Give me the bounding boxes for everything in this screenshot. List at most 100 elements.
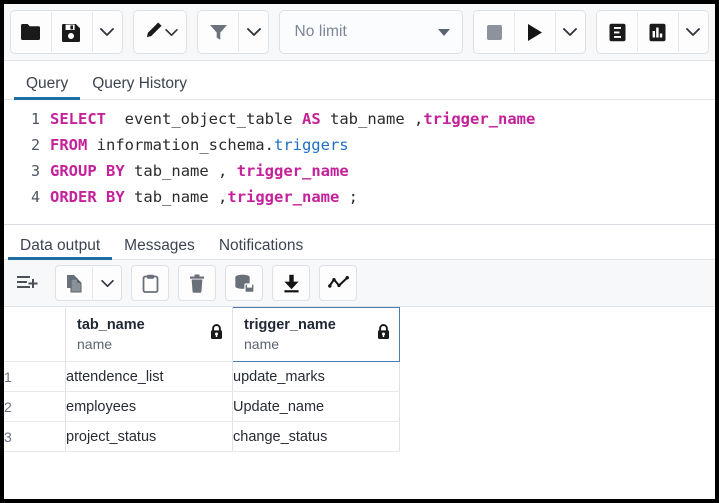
sql-token bbox=[125, 188, 134, 206]
explain-analyze-button[interactable] bbox=[638, 12, 679, 52]
filter-dropdown-button[interactable] bbox=[239, 12, 268, 52]
tab-query-history[interactable]: Query History bbox=[80, 76, 199, 100]
result-grid[interactable]: tab_name name bbox=[4, 307, 715, 499]
explain-group bbox=[596, 10, 709, 54]
copy-button[interactable] bbox=[56, 267, 93, 299]
row-number-cell: 2 bbox=[4, 392, 66, 422]
open-file-button[interactable] bbox=[11, 12, 52, 52]
explain-button[interactable] bbox=[597, 12, 638, 52]
sql-token bbox=[293, 110, 302, 128]
tab-query-label: Query bbox=[26, 75, 68, 92]
sql-token: , bbox=[209, 188, 228, 206]
row-number-cell: 1 bbox=[4, 362, 66, 392]
sql-token: BY bbox=[106, 162, 125, 180]
table-header-row: tab_name name bbox=[4, 308, 400, 362]
sql-line: FROM information_schema.triggers bbox=[50, 132, 715, 158]
column-header-tab-name[interactable]: tab_name name bbox=[66, 308, 233, 362]
sql-token: , bbox=[209, 162, 237, 180]
column-type: name bbox=[77, 336, 145, 352]
execute-button[interactable] bbox=[515, 12, 556, 52]
query-tab-bar: Query Query History bbox=[4, 61, 715, 100]
row-number-cell: 3 bbox=[4, 422, 66, 452]
table-body: 1attendence_listupdate_marks2employeesUp… bbox=[4, 362, 400, 452]
row-limit-value: No limit bbox=[294, 23, 346, 41]
sql-token bbox=[125, 162, 134, 180]
execute-group bbox=[473, 10, 586, 54]
sql-line: SELECT event_object_table AS tab_name ,t… bbox=[50, 106, 715, 132]
line-number: 3 bbox=[4, 158, 40, 184]
sql-token: trigger_name bbox=[423, 110, 535, 128]
save-data-changes-button[interactable] bbox=[225, 265, 263, 301]
table-row[interactable]: 3project_statuschange_status bbox=[4, 422, 400, 452]
stop-button[interactable] bbox=[474, 12, 515, 52]
sql-token bbox=[97, 188, 106, 206]
graph-visualiser-button[interactable] bbox=[319, 265, 357, 301]
tab-query-history-label: Query History bbox=[92, 75, 187, 92]
cell-trigger-name[interactable]: Update_name bbox=[233, 392, 400, 422]
edit-group bbox=[133, 10, 188, 54]
sql-code[interactable]: SELECT event_object_table AS tab_name ,t… bbox=[50, 106, 715, 224]
filter-group bbox=[197, 10, 269, 54]
sql-token bbox=[106, 110, 125, 128]
explain-dropdown-button[interactable] bbox=[679, 12, 708, 52]
column-header-trigger-name[interactable]: trigger_name name bbox=[233, 308, 400, 362]
cell-tab-name[interactable]: employees bbox=[66, 392, 233, 422]
execute-dropdown-button[interactable] bbox=[556, 12, 585, 52]
sql-token: AS bbox=[302, 110, 321, 128]
main-toolbar: No limit bbox=[4, 4, 715, 61]
cell-trigger-name[interactable]: change_status bbox=[233, 422, 400, 452]
grid-toolbar bbox=[4, 260, 715, 307]
sql-token: tab_name bbox=[134, 188, 209, 206]
line-number: 1 bbox=[4, 106, 40, 132]
sql-token bbox=[87, 136, 96, 154]
sql-token: trigger_name bbox=[237, 162, 349, 180]
copy-group bbox=[55, 265, 122, 301]
chevron-down-icon bbox=[438, 29, 450, 36]
download-csv-button[interactable] bbox=[272, 265, 310, 301]
tab-query[interactable]: Query bbox=[14, 76, 80, 100]
edit-button[interactable] bbox=[134, 12, 187, 52]
sql-token: tab_name bbox=[330, 110, 405, 128]
column-type: name bbox=[244, 336, 336, 352]
tab-messages[interactable]: Messages bbox=[112, 238, 207, 260]
cell-tab-name[interactable]: attendence_list bbox=[66, 362, 233, 392]
tab-notifications[interactable]: Notifications bbox=[207, 238, 315, 260]
sql-line: GROUP BY tab_name , trigger_name bbox=[50, 158, 715, 184]
line-number-gutter: 1 2 3 4 bbox=[4, 106, 50, 224]
query-tool-window: No limit bbox=[4, 4, 715, 499]
sql-token: GROUP bbox=[50, 162, 97, 180]
sql-token bbox=[321, 110, 330, 128]
row-limit-select[interactable]: No limit bbox=[279, 10, 463, 54]
sql-token: ; bbox=[339, 188, 358, 206]
column-name: trigger_name bbox=[244, 317, 336, 334]
save-dropdown-button[interactable] bbox=[93, 12, 122, 52]
output-tab-bar: Data output Messages Notifications bbox=[4, 225, 715, 260]
sql-editor[interactable]: 1 2 3 4 SELECT event_object_table AS tab… bbox=[4, 100, 715, 225]
delete-row-button[interactable] bbox=[178, 265, 216, 301]
sql-token: tab_name bbox=[134, 162, 209, 180]
paste-button[interactable] bbox=[131, 265, 169, 301]
sql-token: triggers bbox=[274, 136, 349, 154]
column-name: tab_name bbox=[77, 317, 145, 334]
sql-token: event_object_table bbox=[125, 110, 293, 128]
sql-token bbox=[97, 162, 106, 180]
cell-tab-name[interactable]: project_status bbox=[66, 422, 233, 452]
filter-button[interactable] bbox=[198, 12, 239, 52]
cell-trigger-name[interactable]: update_marks bbox=[233, 362, 400, 392]
sql-token: BY bbox=[106, 188, 125, 206]
table-row[interactable]: 2employeesUpdate_name bbox=[4, 392, 400, 422]
sql-token: FROM bbox=[50, 136, 87, 154]
tab-data-output-label: Data output bbox=[20, 237, 100, 254]
add-row-button[interactable] bbox=[10, 266, 46, 300]
line-number: 4 bbox=[4, 184, 40, 210]
tab-data-output[interactable]: Data output bbox=[8, 238, 112, 260]
copy-dropdown-button[interactable] bbox=[93, 267, 121, 299]
save-file-button[interactable] bbox=[52, 12, 93, 52]
line-number: 2 bbox=[4, 132, 40, 158]
sql-token: SELECT bbox=[50, 110, 106, 128]
lock-icon bbox=[377, 324, 390, 345]
result-table: tab_name name bbox=[4, 307, 400, 452]
table-row[interactable]: 1attendence_listupdate_marks bbox=[4, 362, 400, 392]
row-number-header bbox=[4, 308, 66, 362]
file-group bbox=[10, 10, 123, 54]
